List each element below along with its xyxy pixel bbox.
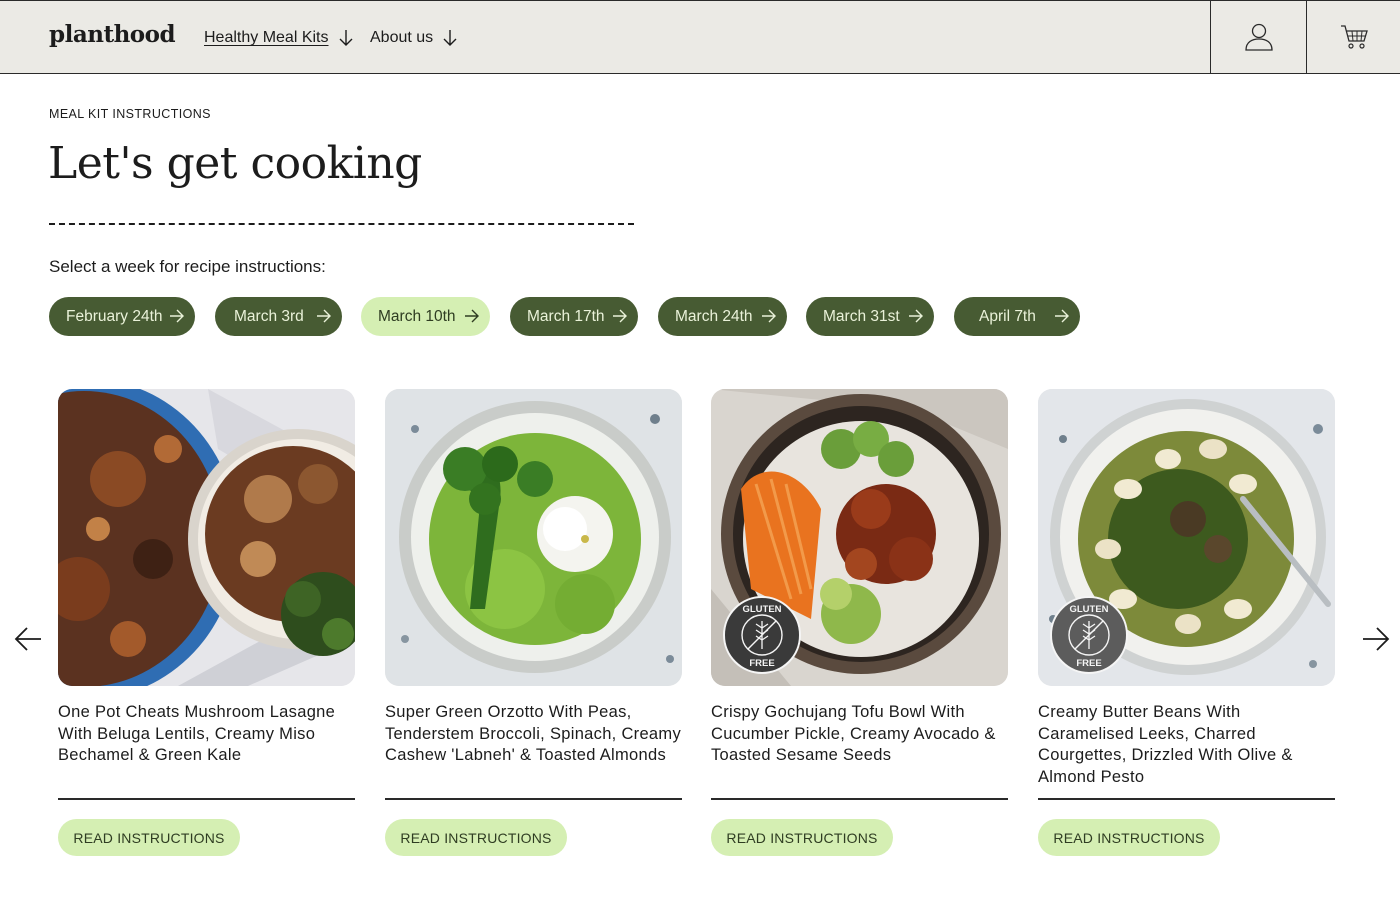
recipe-title[interactable]: Crispy Gochujang Tofu Bowl With Cucumber… <box>711 702 1008 790</box>
nav-label: About us <box>370 29 434 46</box>
recipe-title[interactable]: Super Green Orzotto With Peas, Tenderste… <box>385 702 682 790</box>
recipe-title[interactable]: One Pot Cheats Mushroom Lasagne With Bel… <box>58 702 355 790</box>
lasagne-photo <box>58 389 355 686</box>
week-pill-mar-24[interactable]: March 24th <box>658 297 787 336</box>
arrow-right-icon <box>1363 627 1390 651</box>
badge-bottom-text: FREE <box>1076 658 1101 669</box>
badge-top-text: GLUTEN <box>1069 604 1108 615</box>
week-label: February 24th <box>66 307 163 325</box>
week-select-label: Select a week for recipe instructions: <box>49 257 326 276</box>
eyebrow-label: MEAL KIT INSTRUCTIONS <box>49 107 211 121</box>
week-pill-mar-17[interactable]: March 17th <box>510 297 638 336</box>
recipe-card: One Pot Cheats Mushroom Lasagne With Bel… <box>58 389 355 856</box>
site-header: planthood Healthy Meal Kits About us <box>0 0 1400 74</box>
dashed-divider <box>49 223 634 225</box>
week-pill-mar-10[interactable]: March 10th <box>361 297 490 336</box>
arrow-right-icon <box>465 309 479 323</box>
card-divider <box>385 798 682 800</box>
card-divider <box>1038 798 1335 800</box>
read-instructions-button[interactable]: READ INSTRUCTIONS <box>385 819 567 856</box>
week-label: April 7th <box>979 307 1036 325</box>
account-button[interactable] <box>1210 1 1306 73</box>
week-pill-feb-24[interactable]: February 24th <box>49 297 195 336</box>
week-label: March 17th <box>527 307 605 325</box>
nav-label: Healthy Meal Kits <box>204 29 329 46</box>
arrow-right-icon <box>909 309 923 323</box>
carousel-prev-button[interactable] <box>13 624 43 654</box>
cart-button[interactable] <box>1306 1 1400 73</box>
user-icon <box>1244 23 1273 51</box>
recipe-image[interactable] <box>385 389 682 686</box>
arrow-right-icon <box>317 309 331 323</box>
recipe-card: GLUTEN FREE Creamy Butter Beans With Car… <box>1038 389 1335 856</box>
cart-icon <box>1340 25 1368 49</box>
logo[interactable]: planthood <box>49 21 176 48</box>
badge-bottom-text: FREE <box>749 658 774 669</box>
gluten-free-badge: GLUTEN FREE <box>723 596 801 674</box>
week-pill-mar-31[interactable]: March 31st <box>806 297 934 336</box>
arrow-right-icon <box>762 309 776 323</box>
week-label: March 24th <box>675 307 753 325</box>
week-label: March 31st <box>823 307 900 325</box>
week-label: March 10th <box>378 307 456 325</box>
gluten-free-badge: GLUTEN FREE <box>1050 596 1128 674</box>
arrow-left-icon <box>14 627 41 651</box>
page-title: Let's get cooking <box>48 138 422 189</box>
recipe-image[interactable] <box>58 389 355 686</box>
arrow-right-icon <box>170 309 184 323</box>
recipe-image[interactable]: GLUTEN FREE <box>1038 389 1335 686</box>
read-instructions-button[interactable]: READ INSTRUCTIONS <box>58 819 240 856</box>
recipe-image[interactable]: GLUTEN FREE <box>711 389 1008 686</box>
week-pill-mar-3[interactable]: March 3rd <box>215 297 342 336</box>
read-instructions-button[interactable]: READ INSTRUCTIONS <box>711 819 893 856</box>
card-divider <box>58 798 355 800</box>
badge-top-text: GLUTEN <box>742 604 781 615</box>
recipe-title[interactable]: Creamy Butter Beans With Caramelised Lee… <box>1038 702 1335 790</box>
arrow-down-icon <box>443 30 457 46</box>
carousel-next-button[interactable] <box>1361 624 1391 654</box>
arrow-right-icon <box>613 309 627 323</box>
nav-healthy-meal-kits[interactable]: Healthy Meal Kits <box>204 28 353 48</box>
gluten-free-icon: GLUTEN FREE <box>741 604 783 669</box>
arrow-down-icon <box>339 30 352 46</box>
week-label: March 3rd <box>234 307 304 325</box>
read-instructions-button[interactable]: READ INSTRUCTIONS <box>1038 819 1220 856</box>
recipe-card: GLUTEN FREE Crispy Gochujang Tofu Bowl W… <box>711 389 1008 856</box>
gluten-free-icon: GLUTEN FREE <box>1068 604 1110 669</box>
orzotto-photo <box>385 389 682 686</box>
nav-about-us[interactable]: About us <box>370 28 457 48</box>
week-pill-apr-7[interactable]: April 7th <box>954 297 1080 336</box>
recipe-card: Super Green Orzotto With Peas, Tenderste… <box>385 389 682 856</box>
card-divider <box>711 798 1008 800</box>
arrow-right-icon <box>1055 309 1069 323</box>
